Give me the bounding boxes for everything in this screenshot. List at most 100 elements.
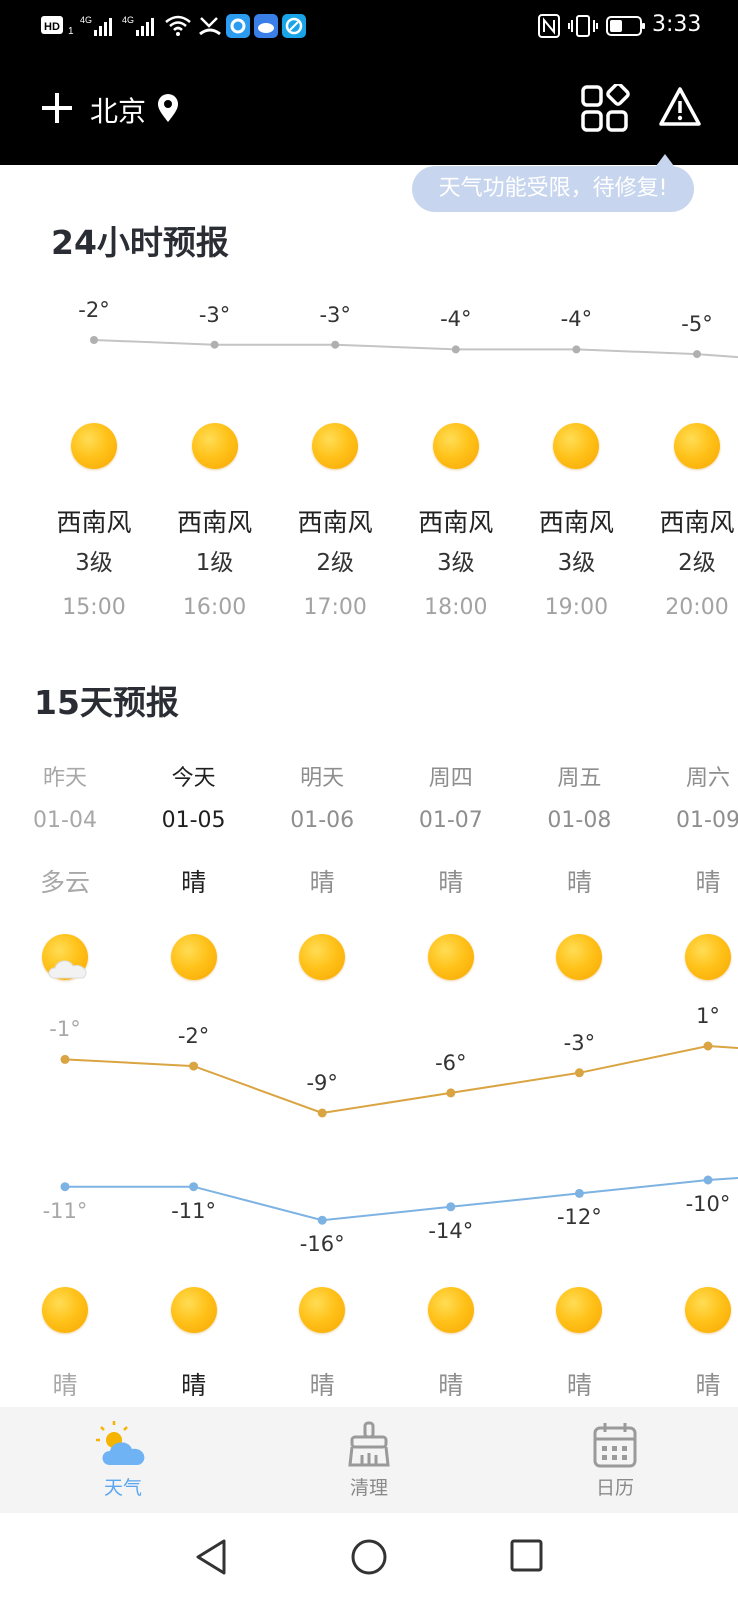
- add-city-icon[interactable]: [40, 91, 74, 125]
- day-condition: 晴: [309, 868, 335, 897]
- hourly-temperature-label: -4°: [560, 307, 593, 332]
- daily-item: 昨天 01-04 多云: [0, 760, 130, 899]
- day-date: 01-06: [290, 808, 355, 833]
- hourly-temperature-label: -5°: [681, 312, 713, 337]
- wind-direction: 西南风: [56, 508, 132, 537]
- hourly-time: 17:00: [303, 595, 367, 620]
- hourly-temperature-label: -3°: [198, 302, 231, 327]
- low-temperature-point: [317, 1215, 327, 1225]
- svg-text:4G: 4G: [80, 15, 92, 25]
- wind-level: 2级: [316, 550, 354, 576]
- svg-text:1: 1: [68, 26, 74, 36]
- hourly-item: 西南风 3级 15:00: [32, 503, 156, 620]
- daily-item: 周六 01-09 晴: [643, 760, 738, 899]
- back-icon[interactable]: [192, 1537, 230, 1577]
- recents-icon[interactable]: [508, 1537, 546, 1575]
- tab-calendar[interactable]: 日历: [492, 1407, 738, 1513]
- night-condition: 晴: [52, 1371, 78, 1400]
- hourly-item: 西南风 3级 19:00: [514, 503, 638, 620]
- hourly-temperature-point: [572, 345, 581, 354]
- low-temperature-point: [60, 1182, 70, 1192]
- wind-level: 3级: [436, 550, 475, 576]
- clock: 3:33: [652, 12, 702, 37]
- city-name[interactable]: 北京: [90, 90, 146, 130]
- sunny-icon: [427, 934, 474, 980]
- wind-level: 3级: [557, 550, 596, 576]
- hourly-temperature-point: [331, 340, 340, 349]
- hourly-item: 西南风 1级 16:00: [153, 503, 277, 620]
- daily-forecast-title: 15天预报: [34, 683, 179, 722]
- high-temperature-point: [60, 1054, 70, 1064]
- sunny-icon: [553, 423, 600, 469]
- night-sunny-icon: [170, 1287, 217, 1333]
- cloud-icon: [48, 960, 87, 979]
- hourly-forecast-title: 24小时预报: [51, 223, 229, 262]
- nfc-icon: [538, 14, 560, 38]
- daily-item: 周五 01-08 晴: [514, 760, 644, 899]
- app-notification-icon: [226, 14, 250, 38]
- night-condition: 晴: [695, 1371, 721, 1400]
- browser-notification-icon: [282, 14, 306, 38]
- day-condition: 晴: [566, 868, 592, 897]
- svg-text:HD: HD: [44, 21, 60, 33]
- day-name: 周四: [428, 766, 473, 791]
- location-pin-icon: [158, 94, 178, 122]
- sunny-icon: [556, 934, 603, 980]
- hourly-time: 20:00: [665, 595, 729, 620]
- calendar-icon: [593, 1423, 637, 1468]
- battery-icon: [606, 16, 645, 36]
- sunny-icon: [191, 423, 238, 469]
- day-date: 01-08: [547, 808, 612, 833]
- sunny-icon: [685, 934, 731, 980]
- daily-item: 周四 01-07 晴: [386, 760, 516, 899]
- warning-icon[interactable]: [658, 86, 702, 128]
- limited-feature-toast: 天气功能受限，待修复!: [412, 166, 694, 212]
- hourly-temperature-label: -3°: [319, 302, 351, 327]
- hourly-temperature-label: -4°: [440, 307, 472, 332]
- night-condition: 晴: [566, 1371, 592, 1400]
- high-temperature-point: [189, 1061, 199, 1071]
- sunny-icon: [674, 423, 720, 469]
- hourly-time: 15:00: [62, 595, 126, 620]
- high-temperature-point: [703, 1041, 713, 1051]
- night-sunny-icon: [299, 1287, 346, 1333]
- low-temperature-line: [65, 1177, 738, 1222]
- weather-notification-icon: [254, 14, 278, 38]
- sunny-icon: [312, 423, 359, 469]
- sunny-icon: [71, 423, 117, 469]
- hourly-temperature-line: [93, 339, 738, 359]
- vibrate-icon: [568, 15, 598, 37]
- night-sunny-icon: [42, 1287, 88, 1333]
- hourly-time: 16:00: [182, 595, 247, 620]
- high-temperature-point: [446, 1088, 456, 1098]
- night-sunny-icon: [556, 1287, 603, 1333]
- svg-text:4G: 4G: [122, 15, 134, 25]
- tab-clean[interactable]: 清理: [246, 1407, 492, 1513]
- hourly-item: 西南风 3级 18:00: [394, 503, 518, 620]
- hourly-temperature-point: [210, 340, 219, 349]
- system-navigation-bar: [0, 1513, 738, 1600]
- low-temperature-point: [189, 1182, 199, 1192]
- day-condition: 晴: [438, 868, 464, 897]
- wind-level: 3级: [75, 550, 113, 576]
- tab-calendar-label: 日历: [595, 1477, 634, 1499]
- daily-item: 明天 01-06 晴: [257, 760, 387, 899]
- day-date: 01-09: [676, 808, 738, 833]
- tab-weather[interactable]: 天气: [0, 1407, 246, 1513]
- weather-icon: [96, 1421, 145, 1465]
- day-name: 周六: [685, 766, 730, 791]
- low-temperature-point: [574, 1188, 584, 1198]
- wind-direction: 西南风: [177, 508, 253, 537]
- day-name: 今天: [171, 766, 216, 791]
- night-sunny-icon: [685, 1287, 731, 1333]
- signal-4g-icon: 4G: [80, 15, 112, 36]
- day-name: 周五: [557, 766, 602, 791]
- widgets-icon[interactable]: [580, 84, 632, 134]
- low-temperature-point: [703, 1175, 713, 1185]
- sunny-icon: [299, 934, 346, 980]
- wind-direction: 西南风: [659, 508, 735, 537]
- home-icon[interactable]: [349, 1537, 389, 1577]
- daily-item: 今天 01-05 晴: [129, 760, 259, 899]
- hourly-time: 19:00: [544, 595, 609, 620]
- wind-level: 1级: [195, 550, 234, 576]
